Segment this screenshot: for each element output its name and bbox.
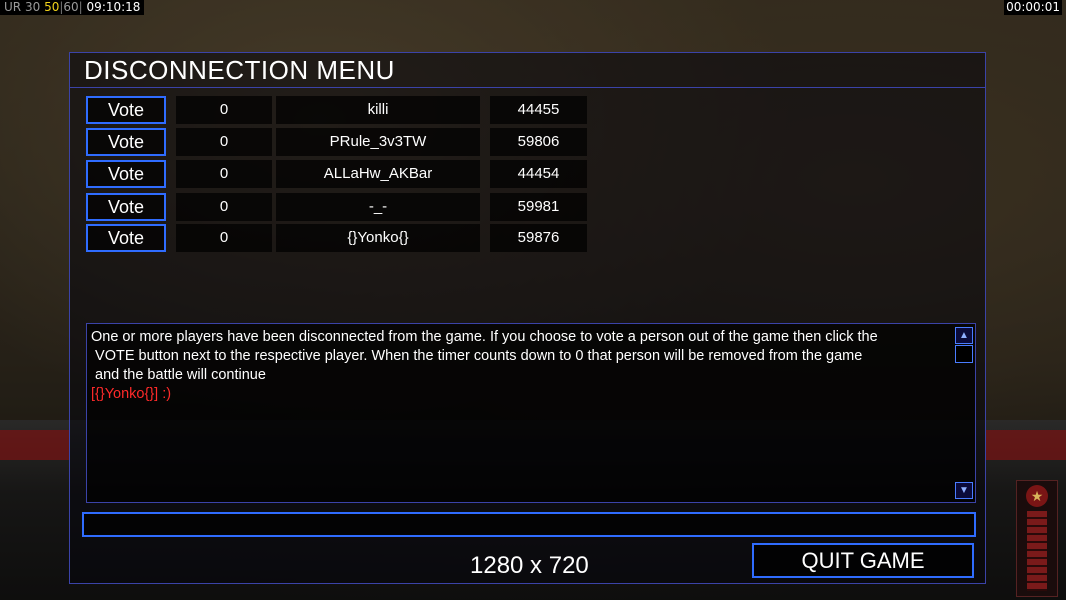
vote-button[interactable]: Vote (86, 160, 166, 188)
quit-game-button[interactable]: QUIT GAME (752, 543, 974, 578)
dialog-title: DISCONNECTION MENU (84, 55, 395, 85)
fps-value-b: 50 (44, 0, 60, 14)
command-bar-red-left (0, 430, 70, 460)
title-divider (70, 87, 985, 88)
fps-value-a: 30 (24, 0, 41, 14)
fps-overlay: UR 30 50|60| 09:10:18 (0, 0, 145, 15)
faction-star-icon: ★ (1026, 485, 1048, 507)
player-name: killi (276, 96, 480, 124)
player-id: 59876 (490, 224, 587, 252)
message-log[interactable]: One or more players have been disconnect… (86, 323, 976, 503)
chat-input[interactable] (82, 512, 976, 537)
fps-prefix: UR (4, 0, 22, 14)
player-name: PRule_3v3TW (276, 128, 480, 156)
chat-message: [{}Yonko{}] :) (91, 386, 172, 402)
vote-count: 0 (176, 224, 272, 252)
vote-count: 0 (176, 128, 272, 156)
message-line: VOTE button next to the respective playe… (91, 348, 863, 364)
player-name: -_- (276, 193, 480, 221)
command-bar-red-right (985, 430, 1066, 460)
message-text: One or more players have been disconnect… (91, 328, 951, 404)
resolution-label: 1280 x 720 (470, 552, 589, 579)
player-id: 44455 (490, 96, 587, 124)
vote-button[interactable]: Vote (86, 96, 166, 124)
power-meter-panel: ★ (1016, 480, 1058, 597)
player-id: 59806 (490, 128, 587, 156)
disconnection-dialog: DISCONNECTION MENU Vote 0 killi 44455 Vo… (69, 52, 986, 584)
vote-button[interactable]: Vote (86, 224, 166, 252)
scrollbar-thumb[interactable] (955, 345, 973, 363)
fps-value-c: 60 (63, 0, 79, 14)
vote-count: 0 (176, 193, 272, 221)
game-timer: 00:00:01 (1004, 0, 1062, 15)
player-name: ALLaHw_AKBar (276, 160, 480, 188)
vote-button[interactable]: Vote (86, 193, 166, 221)
message-line: One or more players have been disconnect… (91, 329, 878, 345)
power-meter-bars (1027, 511, 1047, 591)
scroll-up-arrow-icon[interactable]: ▲ (955, 327, 973, 344)
player-id: 59981 (490, 193, 587, 221)
player-id: 44454 (490, 160, 587, 188)
vote-button[interactable]: Vote (86, 128, 166, 156)
vote-count: 0 (176, 160, 272, 188)
message-line: and the battle will continue (91, 367, 266, 383)
vote-count: 0 (176, 96, 272, 124)
player-name: {}Yonko{} (276, 224, 480, 252)
system-clock: 09:10:18 (86, 0, 141, 14)
scroll-down-arrow-icon[interactable]: ▼ (955, 482, 973, 499)
